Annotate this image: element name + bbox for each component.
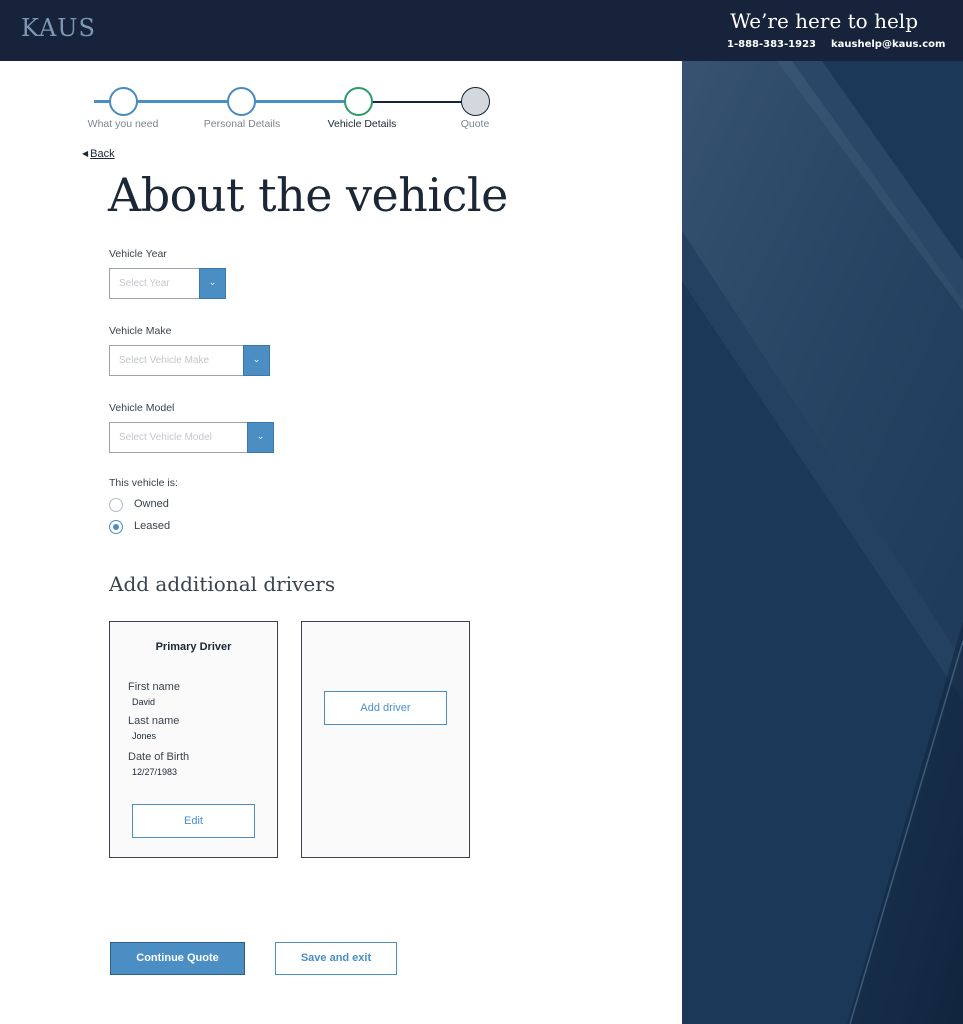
vehicle-make-label: Vehicle Make (109, 325, 172, 337)
vehicle-model-label: Vehicle Model (109, 402, 175, 414)
vehicle-model-placeholder: Select Vehicle Model (119, 432, 212, 443)
top-header: KAUS We’re here to help 1-888-383-1923 k… (0, 0, 963, 61)
kaus-logo[interactable]: KAUS (21, 14, 96, 42)
vehicle-model-select[interactable]: Select Vehicle Model ⌄ (109, 422, 274, 453)
dob-label: Date of Birth (128, 751, 190, 763)
owned-radio-label: Owned (134, 498, 169, 510)
ownership-label: This vehicle is: (109, 477, 178, 489)
vehicle-year-select[interactable]: Select Year ⌄ (109, 268, 226, 299)
step-personal-details-label: Personal Details (203, 118, 281, 130)
step-vehicle-details-label: Vehicle Details (327, 118, 397, 130)
help-heading: We’re here to help (730, 9, 918, 33)
chevron-down-icon[interactable]: ⌄ (243, 345, 270, 376)
vehicle-year-placeholder: Select Year (119, 278, 170, 289)
help-phone-number[interactable]: 1-888-383-1923 (727, 39, 816, 50)
chevron-down-icon[interactable]: ⌄ (199, 268, 226, 299)
add-driver-card: Add driver (301, 621, 470, 858)
vehicle-make-placeholder: Select Vehicle Make (119, 355, 210, 366)
primary-driver-card: Primary Driver First name David Last nam… (109, 621, 278, 858)
leased-radio[interactable] (109, 520, 123, 534)
last-name-value: Jones (132, 731, 157, 741)
stepper-line-upcoming (372, 101, 472, 103)
progress-stepper: What you need Personal Details Vehicle D… (82, 84, 502, 136)
first-name-value: David (132, 697, 156, 707)
back-link[interactable]: ◀ Back (82, 148, 115, 160)
panel-background-art (682, 61, 963, 1024)
chevron-down-icon[interactable]: ⌄ (247, 422, 274, 453)
vehicle-make-select[interactable]: Select Vehicle Make ⌄ (109, 345, 270, 376)
back-link-label: Back (90, 148, 115, 160)
save-and-exit-button[interactable]: Save and exit (275, 942, 397, 975)
dob-value: 12/27/1983 (132, 767, 178, 777)
leased-radio-label: Leased (134, 520, 171, 532)
back-arrow-icon: ◀ (82, 149, 89, 158)
step-quote-label: Quote (460, 118, 490, 130)
decorative-side-panel (682, 61, 963, 1024)
step-what-you-need-label: What you need (87, 118, 159, 130)
first-name-label: First name (128, 681, 180, 693)
primary-driver-title: Primary Driver (155, 641, 232, 653)
help-email-link[interactable]: kaushelp@kaus.com (831, 39, 945, 50)
owned-radio[interactable] (109, 498, 123, 512)
step-vehicle-details-circle[interactable] (344, 87, 373, 116)
page-title: About the vehicle (108, 168, 508, 222)
additional-drivers-heading: Add additional drivers (109, 572, 336, 596)
step-what-you-need-circle[interactable] (109, 87, 138, 116)
step-personal-details-circle[interactable] (227, 87, 256, 116)
last-name-label: Last name (128, 715, 180, 727)
add-driver-button[interactable]: Add driver (324, 691, 447, 725)
continue-quote-button[interactable]: Continue Quote (110, 942, 245, 975)
step-quote-circle (461, 87, 490, 116)
edit-driver-button[interactable]: Edit (132, 804, 255, 838)
vehicle-year-label: Vehicle Year (109, 248, 167, 260)
